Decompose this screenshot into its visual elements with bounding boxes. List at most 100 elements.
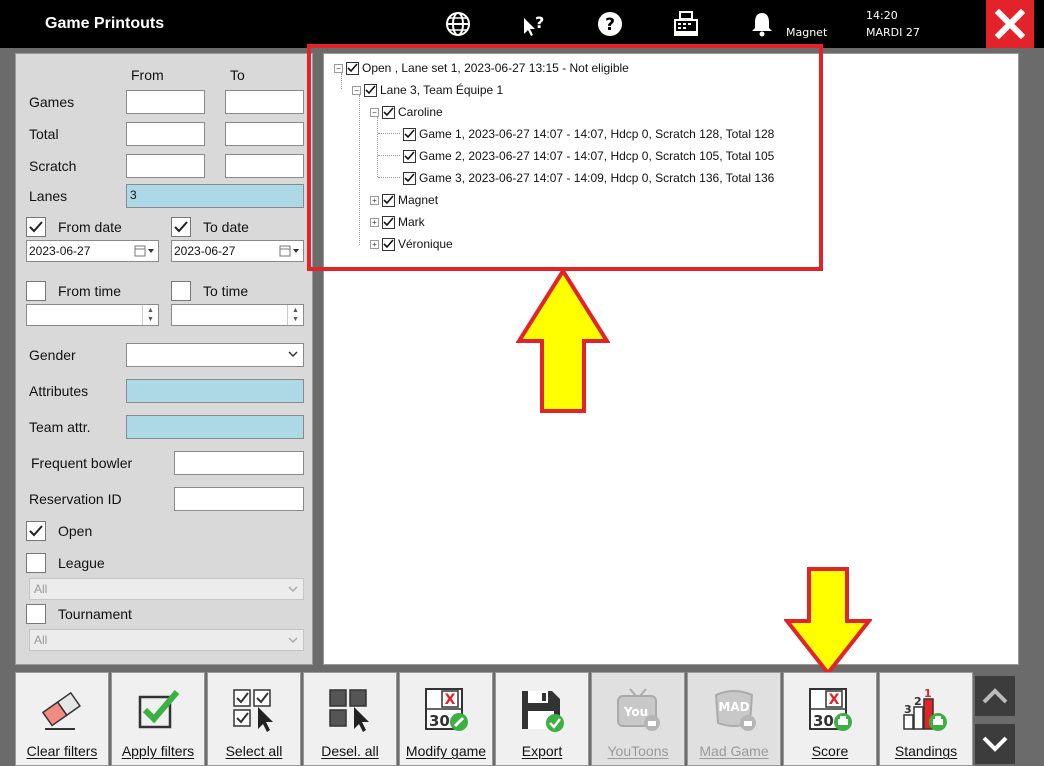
modify-scoresheet-icon: X 30 <box>422 687 470 733</box>
reservation-id-input[interactable] <box>174 487 304 511</box>
scratch-to-input[interactable] <box>225 154 304 178</box>
annotation-highlight-box <box>307 44 823 271</box>
from-time-checkbox[interactable] <box>26 281 46 301</box>
to-time-spinner[interactable]: ▲ ▼ <box>287 305 303 325</box>
close-button[interactable] <box>986 0 1034 48</box>
clear-filters-label: Clear filters <box>26 743 98 759</box>
youtoons-logo-text: You <box>623 705 648 719</box>
annotation-up-arrow-icon <box>516 268 610 413</box>
attributes-input[interactable] <box>126 379 304 403</box>
scroll-up-button[interactable] <box>975 676 1015 716</box>
window-title: Game Printouts <box>45 15 165 32</box>
deselect-all-label: Desel. all <box>321 743 379 759</box>
from-time-spinner[interactable]: ▲ ▼ <box>142 305 158 325</box>
chevron-down-icon <box>982 736 1008 752</box>
export-label: Export <box>521 743 563 759</box>
deselect-all-icon <box>326 687 374 733</box>
from-time-input[interactable]: ▲ ▼ <box>26 304 159 326</box>
bottom-toolbar: Clear filters Apply filters Select all D… <box>15 672 973 766</box>
games-from-input[interactable] <box>126 90 205 114</box>
svg-text:?: ? <box>535 13 544 32</box>
rank-three-text: 3 <box>904 703 912 716</box>
lanes-label: Lanes <box>29 188 68 204</box>
standings-button[interactable]: 123 Standings <box>879 672 973 766</box>
clear-filters-button[interactable]: Clear filters <box>15 672 109 766</box>
to-date-picker[interactable]: 2023-06-27 <box>171 240 304 262</box>
modify-game-button[interactable]: X 30 Modify game <box>399 672 493 766</box>
total-from-input[interactable] <box>126 122 205 146</box>
modify-game-label: Modify game <box>405 743 487 759</box>
score-label: Score <box>811 743 849 759</box>
chevron-down-icon <box>288 586 298 593</box>
scratch-from-input[interactable] <box>126 154 205 178</box>
checkmark-icon <box>29 221 43 233</box>
reservation-id-label: Reservation ID <box>29 491 122 507</box>
open-checkbox[interactable] <box>26 521 46 541</box>
podium-icon: 123 <box>902 687 950 733</box>
games-to-input[interactable] <box>225 90 304 114</box>
from-date-picker[interactable]: 2023-06-27 <box>26 240 159 262</box>
globe-icon[interactable] <box>443 9 473 39</box>
rank-two-text: 2 <box>914 695 922 708</box>
frequent-bowler-input[interactable] <box>174 451 304 475</box>
chevron-up-icon <box>982 688 1008 704</box>
annotation-down-arrow-icon <box>784 567 872 676</box>
score-printer-icon: X 30 <box>806 687 854 733</box>
mad-game-icon: MAD <box>710 687 758 733</box>
tournament-label: Tournament <box>58 606 132 622</box>
total-to-input[interactable] <box>225 122 304 146</box>
deselect-all-button[interactable]: Desel. all <box>303 672 397 766</box>
chevron-down-icon <box>288 351 298 358</box>
whats-this-help-icon[interactable]: ? <box>519 9 549 39</box>
score-button[interactable]: X 30 Score <box>783 672 877 766</box>
tournament-checkbox[interactable] <box>26 604 46 624</box>
from-header: From <box>131 67 164 83</box>
to-time-input[interactable]: ▲ ▼ <box>171 304 304 326</box>
open-label: Open <box>58 523 93 539</box>
mad-logo-text: MAD <box>718 700 749 714</box>
youtoons-label: YouToons <box>607 743 669 759</box>
from-date-label: From date <box>58 219 122 235</box>
title-bar: Game Printouts ? ? Magnet 14:20 MARDI 27 <box>0 0 1044 48</box>
league-select-value: All <box>34 582 48 596</box>
lanes-input[interactable]: 3 <box>126 184 304 208</box>
total-label: Total <box>29 126 59 142</box>
mad-game-label: Mad Game <box>699 743 769 759</box>
gender-label: Gender <box>29 347 76 363</box>
frequent-bowler-label: Frequent bowler <box>31 455 133 471</box>
floppy-disk-icon <box>518 687 566 733</box>
score-thirty-text: 30 <box>813 712 834 730</box>
gender-select[interactable] <box>126 343 304 367</box>
apply-filters-button[interactable]: Apply filters <box>111 672 205 766</box>
apply-checkbox-icon <box>134 687 182 733</box>
eraser-icon <box>38 687 86 733</box>
score-x-mark: X <box>445 692 456 708</box>
league-checkbox[interactable] <box>26 553 46 573</box>
to-date-checkbox[interactable] <box>171 217 191 237</box>
select-all-button[interactable]: Select all <box>207 672 301 766</box>
mad-game-button[interactable]: MAD Mad Game <box>687 672 781 766</box>
team-attr-input[interactable] <box>126 415 304 439</box>
clock-day: MARDI 27 <box>866 26 920 39</box>
checkmark-icon <box>29 525 43 537</box>
export-button[interactable]: Export <box>495 672 589 766</box>
calendar-dropdown-icon[interactable] <box>134 244 156 258</box>
youtoons-button[interactable]: You YouToons <box>591 672 685 766</box>
attributes-label: Attributes <box>29 383 89 399</box>
standings-label: Standings <box>894 743 958 759</box>
clock-time: 14:20 <box>866 9 898 22</box>
rank-one-text: 1 <box>924 687 932 700</box>
apply-filters-label: Apply filters <box>121 743 195 759</box>
cash-register-icon[interactable] <box>671 9 701 39</box>
to-header: To <box>230 67 245 83</box>
bell-icon[interactable] <box>747 9 777 39</box>
user-name: Magnet <box>786 26 828 39</box>
score-x-mark: X <box>829 692 840 708</box>
from-date-checkbox[interactable] <box>26 217 46 237</box>
calendar-dropdown-icon[interactable] <box>279 244 301 258</box>
help-icon[interactable]: ? <box>595 9 625 39</box>
to-time-checkbox[interactable] <box>171 281 191 301</box>
to-time-label: To time <box>203 283 249 299</box>
scroll-down-button[interactable] <box>975 724 1015 764</box>
svg-text:?: ? <box>605 15 615 35</box>
